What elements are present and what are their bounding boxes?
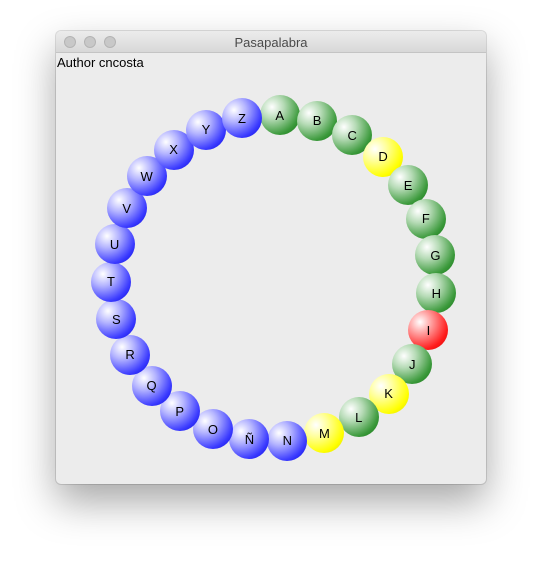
letter-ball-f: F [405,198,446,239]
letter-ball-z: Z [222,98,262,139]
author-label: Author cncosta [57,55,144,70]
letter-ball-t: T [91,261,131,302]
letter-ball-l: L [338,397,379,438]
letter-ball-b: B [297,100,338,141]
letter-ball-r: R [110,334,151,375]
letter-ball-m: M [304,413,345,453]
letter-ball-h: H [416,273,457,314]
letter-ball-u: U [94,224,135,265]
title-bar[interactable]: Pasapalabra [56,31,486,53]
content-area: Author cncosta ABCDEFGHIJKLMNÑOPQRSTUVWX… [56,53,486,484]
letter-ball-g: G [415,235,456,276]
letter-ball-y: Y [186,109,226,150]
app-window: Pasapalabra Author cncosta ABCDEFGHIJKLM… [56,31,486,484]
window-title: Pasapalabra [234,35,308,50]
letter-ball-ñ: Ñ [229,419,270,460]
letter-ball-a: A [259,95,300,136]
letter-ball-n: N [267,420,308,461]
letter-ball-s: S [96,299,137,340]
